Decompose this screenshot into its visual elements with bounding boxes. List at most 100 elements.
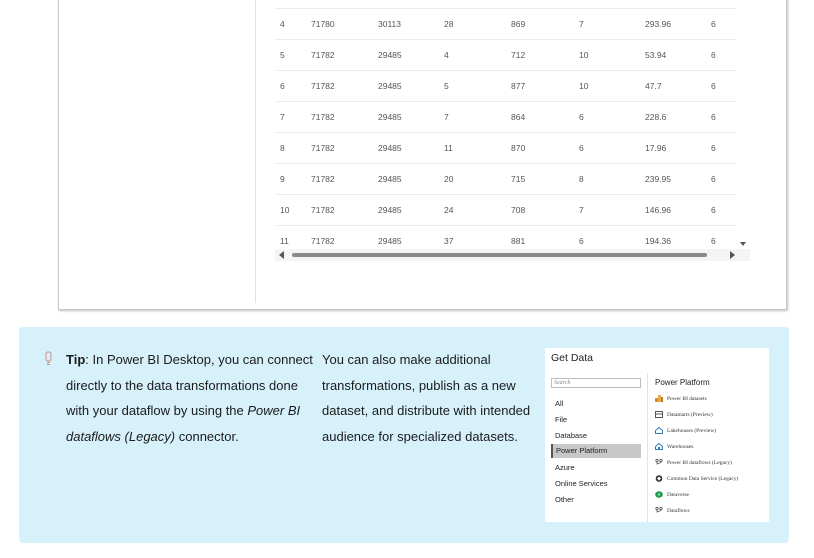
category-online-services[interactable]: Online Services bbox=[555, 479, 608, 488]
data-grid: 4 71780 30113 28 869 7 293.96 6 5 71782 … bbox=[275, 0, 750, 264]
cell: 869 bbox=[511, 19, 526, 29]
cell: 29485 bbox=[378, 236, 402, 246]
tip-label: Tip bbox=[66, 352, 86, 367]
search-input[interactable]: Search bbox=[551, 378, 641, 388]
cell: 71782 bbox=[311, 174, 335, 184]
datamart-icon bbox=[655, 411, 663, 418]
cell: 864 bbox=[511, 112, 526, 122]
scroll-down-arrow-icon[interactable] bbox=[740, 242, 746, 246]
category-other[interactable]: Other bbox=[555, 495, 574, 504]
connector-item[interactable]: Lakehouses (Preview) bbox=[655, 427, 716, 434]
cell: 29485 bbox=[378, 50, 402, 60]
cell: 4 bbox=[280, 19, 285, 29]
dataverse-icon bbox=[655, 491, 663, 498]
dialog-title: Get Data bbox=[551, 352, 594, 364]
cell: 29485 bbox=[378, 143, 402, 153]
cell: 17.96 bbox=[645, 143, 667, 153]
cell: 11 bbox=[444, 143, 453, 153]
cell: 6 bbox=[711, 174, 716, 184]
cell: 29485 bbox=[378, 112, 402, 122]
connector-item[interactable]: Dataverse bbox=[655, 491, 689, 498]
cell: 11 bbox=[280, 236, 289, 246]
cell: 71782 bbox=[311, 143, 335, 153]
cell: 194.36 bbox=[645, 236, 671, 246]
cell: 6 bbox=[579, 143, 584, 153]
get-data-dialog: Get Data Search All File Database Power … bbox=[545, 348, 769, 522]
cell: 6 bbox=[579, 236, 584, 246]
cell: 870 bbox=[511, 143, 526, 153]
tip-callout: Tip: In Power BI Desktop, you can connec… bbox=[19, 327, 789, 543]
cell: 71782 bbox=[311, 236, 335, 246]
cell: 146.96 bbox=[645, 205, 671, 215]
cell: 6 bbox=[579, 112, 584, 122]
cell: 71782 bbox=[311, 112, 335, 122]
connector-item[interactable]: Power BI datasets bbox=[655, 395, 707, 402]
cell: 28 bbox=[444, 19, 454, 29]
cell: 10 bbox=[579, 81, 589, 91]
cell: 20 bbox=[444, 174, 454, 184]
cell: 6 bbox=[711, 81, 716, 91]
cell: 6 bbox=[711, 112, 716, 122]
cell: 715 bbox=[511, 174, 526, 184]
cell: 7 bbox=[444, 112, 449, 122]
cell: 5 bbox=[444, 81, 449, 91]
cell: 10 bbox=[280, 205, 290, 215]
cell: 10 bbox=[579, 50, 589, 60]
cell: 712 bbox=[511, 50, 526, 60]
cell: 53.94 bbox=[645, 50, 667, 60]
cell: 29485 bbox=[378, 81, 402, 91]
scrollbar-thumb[interactable] bbox=[292, 253, 707, 257]
category-azure[interactable]: Azure bbox=[555, 463, 575, 472]
cell: 71782 bbox=[311, 205, 335, 215]
table-row[interactable]: 9 71782 29485 20 715 8 239.95 6 bbox=[275, 164, 737, 195]
cell: 29485 bbox=[378, 174, 402, 184]
dataflows-icon bbox=[655, 507, 663, 513]
cell: 6 bbox=[711, 143, 716, 153]
table-row[interactable]: 7 71782 29485 7 864 6 228.6 6 bbox=[275, 102, 737, 133]
category-all[interactable]: All bbox=[555, 399, 563, 408]
cell: 30113 bbox=[378, 19, 402, 29]
category-file[interactable]: File bbox=[555, 415, 567, 424]
connector-item[interactable]: Dataflows bbox=[655, 507, 690, 514]
connector-item[interactable]: Power BI dataflows (Legacy) bbox=[655, 459, 732, 466]
scroll-right-arrow-icon[interactable] bbox=[730, 251, 735, 259]
cds-icon bbox=[655, 475, 663, 482]
divider bbox=[647, 373, 648, 522]
cell: 7 bbox=[579, 205, 584, 215]
cell: 708 bbox=[511, 205, 526, 215]
connector-item[interactable]: Warehouses bbox=[655, 443, 693, 450]
cell: 8 bbox=[280, 143, 285, 153]
table-row[interactable]: 10 71782 29485 24 708 7 146.96 6 bbox=[275, 195, 737, 226]
dataflow-icon bbox=[655, 459, 663, 465]
category-database[interactable]: Database bbox=[555, 431, 587, 440]
connector-item[interactable]: Common Data Service (Legacy) bbox=[655, 475, 738, 482]
table-row[interactable]: 6 71782 29485 5 877 10 47.7 6 bbox=[275, 71, 737, 102]
scroll-left-arrow-icon[interactable] bbox=[279, 251, 284, 259]
category-power-platform[interactable]: Power Platform bbox=[551, 444, 641, 458]
connector-item[interactable]: Datamarts (Preview) bbox=[655, 411, 713, 418]
cell: 6 bbox=[711, 205, 716, 215]
cell: 5 bbox=[280, 50, 285, 60]
cell: 8 bbox=[579, 174, 584, 184]
tip-body-end: connector. bbox=[175, 428, 239, 444]
horizontal-scrollbar[interactable] bbox=[275, 249, 750, 261]
cell: 877 bbox=[511, 81, 526, 91]
section-title: Power Platform bbox=[655, 378, 710, 387]
cell: 6 bbox=[711, 50, 716, 60]
cell: 71782 bbox=[311, 50, 335, 60]
lakehouse-icon bbox=[655, 427, 663, 434]
cell: 47.7 bbox=[645, 81, 662, 91]
cell: 9 bbox=[280, 174, 285, 184]
cell: 239.95 bbox=[645, 174, 671, 184]
lightbulb-icon bbox=[45, 351, 52, 365]
table-row[interactable]: 8 71782 29485 11 870 6 17.96 6 bbox=[275, 133, 737, 164]
cell: 228.6 bbox=[645, 112, 667, 122]
cell: 6 bbox=[711, 19, 716, 29]
cell: 7 bbox=[280, 112, 285, 122]
cell: 7 bbox=[579, 19, 584, 29]
table-row[interactable]: 5 71782 29485 4 712 10 53.94 6 bbox=[275, 40, 737, 71]
table-row bbox=[275, 0, 737, 9]
cell: 881 bbox=[511, 236, 526, 246]
cell: 4 bbox=[444, 50, 449, 60]
table-row[interactable]: 4 71780 30113 28 869 7 293.96 6 bbox=[275, 9, 737, 40]
